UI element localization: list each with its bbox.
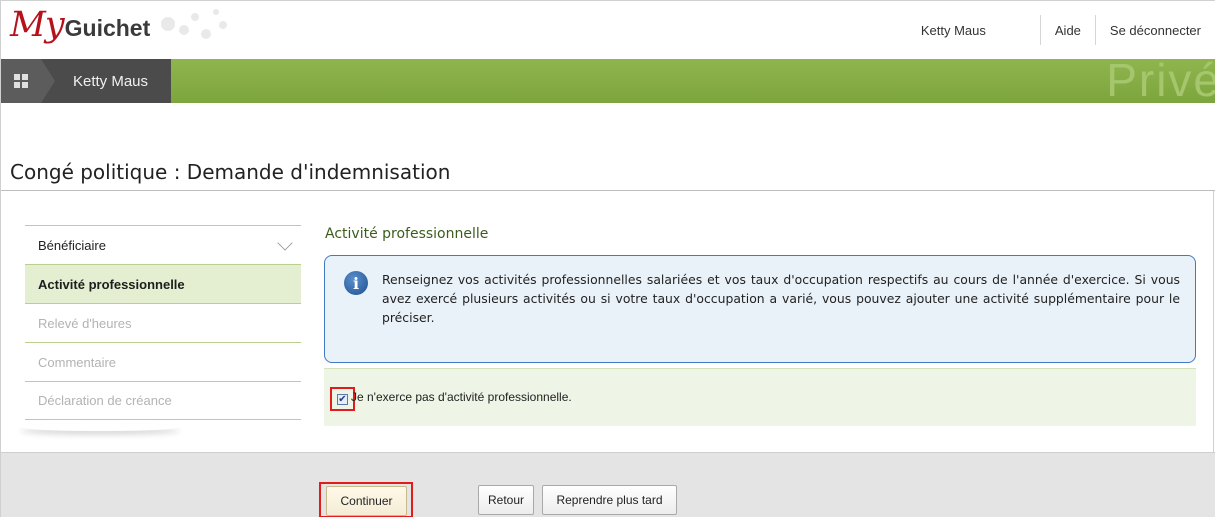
step-label: Commentaire	[38, 354, 117, 370]
title-divider	[1, 190, 1215, 191]
navigation-bar: Ketty Maus Privé	[1, 59, 1215, 103]
resume-later-button[interactable]: Reprendre plus tard	[542, 485, 677, 515]
chevron-down-icon	[277, 235, 293, 251]
form-footer: Continuer Retour Reprendre plus tard	[1, 452, 1215, 517]
myguichet-logo[interactable]: My Guichet	[10, 5, 150, 49]
step-item-beneficiaire[interactable]: Bénéficiaire	[25, 225, 301, 264]
section-title: Activité professionnelle	[325, 226, 489, 242]
info-message-text: Renseignez vos activités professionnelle…	[382, 272, 1180, 325]
no-activity-checkbox[interactable]: ✔	[337, 394, 348, 405]
content-right-border	[1213, 191, 1214, 453]
continue-button[interactable]: Continuer	[326, 486, 407, 516]
breadcrumb-user[interactable]: Ketty Maus	[41, 59, 171, 103]
apps-menu-button[interactable]	[1, 59, 41, 103]
header-links: Ketty Maus Aide Se déconnecter	[907, 1, 1215, 59]
no-activity-checkbox-label[interactable]: Je n'exerce pas d'activité professionnel…	[351, 390, 572, 404]
page-title: Congé politique : Demande d'indemnisatio…	[10, 160, 451, 184]
no-activity-option: ✔ Je n'exerce pas d'activité professionn…	[324, 368, 1196, 426]
nav-shadow-decoration	[20, 423, 180, 431]
step-item-activite-professionnelle[interactable]: Activité professionnelle	[25, 264, 301, 303]
logout-link[interactable]: Se déconnecter	[1094, 15, 1215, 45]
step-label: Bénéficiaire	[38, 237, 106, 253]
grid-icon	[14, 74, 28, 88]
step-navigation: Bénéficiaire Activité professionnelle Re…	[25, 225, 301, 420]
header-user-link[interactable]: Ketty Maus	[907, 15, 1040, 45]
info-message-box: i Renseignez vos activités professionnel…	[324, 255, 1196, 363]
step-item-commentaire: Commentaire	[25, 342, 301, 381]
step-label: Activité professionnelle	[38, 276, 185, 292]
step-label: Relevé d'heures	[38, 315, 132, 331]
logo-my-text: My	[10, 5, 65, 45]
logo-guichet-text: Guichet	[64, 15, 151, 41]
top-header: My Guichet Ketty Maus Aide Se déconnecte…	[1, 1, 1215, 59]
step-item-declaration-creance: Déclaration de créance	[25, 381, 301, 420]
space-watermark: Privé	[1106, 59, 1215, 103]
help-link[interactable]: Aide	[1039, 15, 1095, 45]
step-label: Déclaration de créance	[38, 393, 172, 408]
info-icon: i	[344, 271, 368, 295]
step-item-releve-heures: Relevé d'heures	[25, 303, 301, 342]
breadcrumb-separator	[41, 59, 55, 103]
back-button[interactable]: Retour	[478, 485, 534, 515]
